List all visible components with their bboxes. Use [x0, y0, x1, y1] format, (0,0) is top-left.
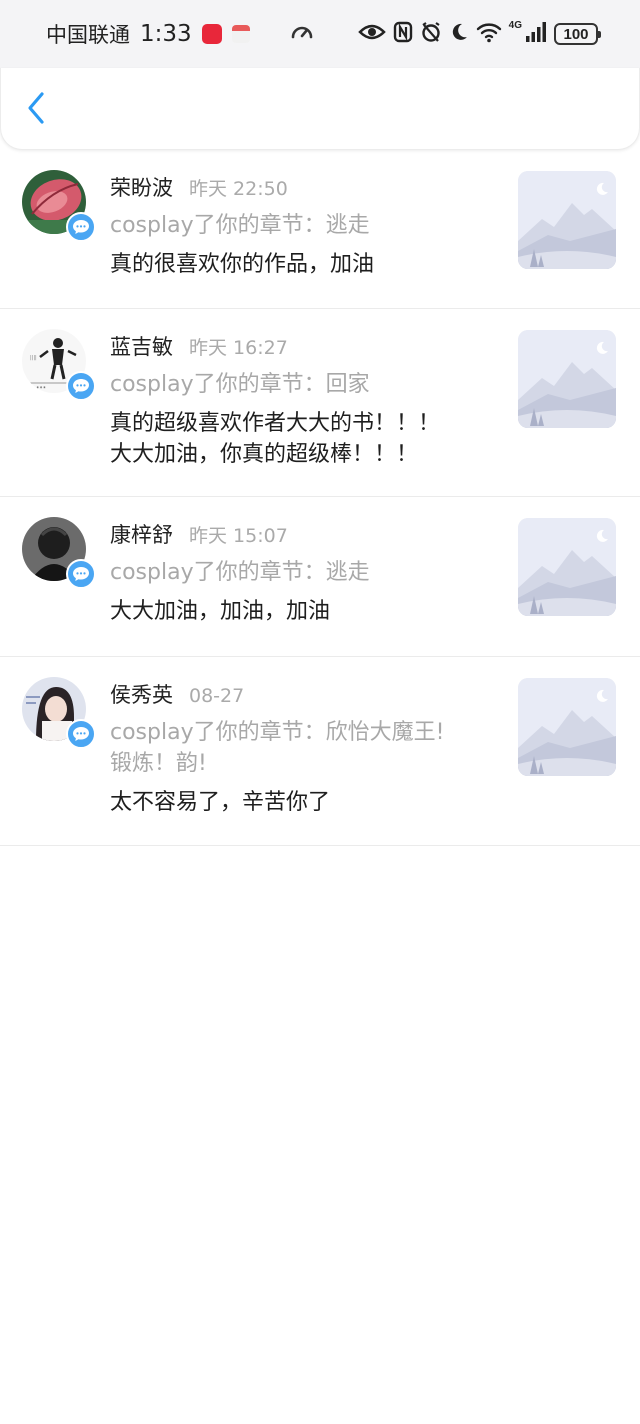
cosplay-notification-list: 荣盼波 昨天 22:50 cosplay了你的章节：逃走 真的很喜欢你的作品，加…: [0, 150, 640, 846]
status-bar: 中国联通 1:33 4G 100: [0, 0, 640, 68]
chapter-thumbnail[interactable]: [518, 678, 616, 776]
timestamp: 昨天 15:07: [189, 525, 288, 547]
avatar-container[interactable]: |||| ⁕⁕⁕: [22, 329, 96, 401]
user-name[interactable]: 康梓舒: [110, 519, 173, 549]
timestamp: 昨天 22:50: [189, 178, 288, 200]
chapter-thumbnail[interactable]: [518, 171, 616, 269]
list-item[interactable]: 荣盼波 昨天 22:50 cosplay了你的章节：逃走 真的很喜欢你的作品，加…: [0, 150, 640, 309]
nfc-icon: [393, 21, 413, 47]
back-button[interactable]: [19, 90, 53, 130]
chapter-text: cosplay了你的章节：逃走: [110, 560, 370, 585]
message-badge-icon: [66, 371, 96, 401]
svg-text:||||: ||||: [30, 355, 37, 361]
wifi-icon: [476, 21, 502, 47]
chapter-text: cosplay了你的章节：回家: [110, 372, 370, 397]
list-item[interactable]: |||| ⁕⁕⁕ 蓝吉敏 昨天 16:27 cosplay了你的章节：回家 真的…: [0, 309, 640, 497]
speedometer-icon: [290, 20, 314, 49]
item-content: 侯秀英 08-27 cosplay了你的章节：欣怡大魔王! 锻炼！韵! 太不容易…: [110, 679, 500, 818]
status-right: 4G 100: [357, 20, 601, 48]
chapter-thumbnail[interactable]: [518, 330, 616, 428]
chapter-text: cosplay了你的章节：逃走: [110, 213, 370, 238]
calendar-app-icon: [231, 25, 250, 43]
comment-text: 真的很喜欢你的作品，加油: [110, 252, 375, 277]
image-placeholder-icon: [518, 171, 616, 269]
avatar-container[interactable]: [22, 517, 96, 589]
image-placeholder-icon: [518, 330, 616, 428]
list-item[interactable]: 侯秀英 08-27 cosplay了你的章节：欣怡大魔王! 锻炼！韵! 太不容易…: [0, 657, 640, 846]
comment-text: 太不容易了，辛苦你了: [110, 790, 331, 815]
message-badge-icon: [66, 212, 96, 242]
item-content: 荣盼波 昨天 22:50 cosplay了你的章节：逃走 真的很喜欢你的作品，加…: [110, 172, 500, 280]
chapter-thumbnail[interactable]: [518, 518, 616, 616]
user-name[interactable]: 蓝吉敏: [110, 331, 173, 361]
message-badge-icon: [66, 559, 96, 589]
comment-text: 真的超级喜欢作者大大的书！！！ 大大加油，你真的超级棒！！！: [110, 411, 441, 467]
moon-icon: [449, 22, 469, 46]
carrier-label: 中国联通: [46, 23, 130, 47]
chevron-left-icon: [25, 91, 47, 129]
alarm-off-icon: [420, 21, 442, 47]
battery-indicator: 100: [554, 23, 601, 45]
status-left: 中国联通 1:33: [46, 20, 314, 48]
clock: 1:33: [140, 21, 192, 47]
signal-icon: [525, 21, 547, 47]
eye-icon: [357, 22, 386, 46]
image-placeholder-icon: [518, 678, 616, 776]
comment-text: 大大加油，加油，加油: [110, 599, 331, 624]
item-content: 蓝吉敏 昨天 16:27 cosplay了你的章节：回家 真的超级喜欢作者大大的…: [110, 331, 500, 470]
list-item[interactable]: 康梓舒 昨天 15:07 cosplay了你的章节：逃走 大大加油，加油，加油: [0, 497, 640, 657]
avatar-container[interactable]: [22, 677, 96, 749]
item-content: 康梓舒 昨天 15:07 cosplay了你的章节：逃走 大大加油，加油，加油: [110, 519, 500, 627]
user-name[interactable]: 荣盼波: [110, 172, 173, 202]
image-placeholder-icon: [518, 518, 616, 616]
timestamp: 昨天 16:27: [189, 337, 288, 359]
avatar-container[interactable]: [22, 170, 96, 242]
chapter-text: cosplay了你的章节：欣怡大魔王! 锻炼！韵!: [110, 720, 445, 776]
network-type: 4G: [508, 20, 522, 31]
xiaohongshu-app-icon: [201, 24, 222, 44]
message-badge-icon: [66, 719, 96, 749]
user-name[interactable]: 侯秀英: [110, 679, 173, 709]
timestamp: 08-27: [189, 685, 245, 707]
nav-bar: [0, 68, 640, 150]
svg-text:⁕⁕⁕: ⁕⁕⁕: [36, 385, 46, 390]
